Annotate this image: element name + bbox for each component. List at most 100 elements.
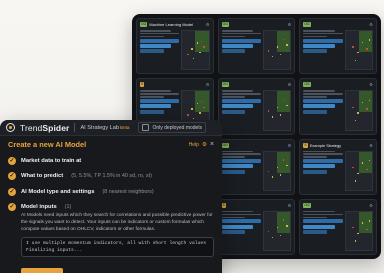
scatter-point xyxy=(191,108,193,110)
stat-bar xyxy=(303,109,327,114)
stat-line xyxy=(303,150,335,153)
brand-name: TrendSpider xyxy=(20,122,70,133)
scatter-point xyxy=(191,48,193,50)
model-steps: ✓ Market data to train at ✓ What to pred… xyxy=(8,153,214,258)
scatter-point xyxy=(203,106,205,108)
stat-bar xyxy=(303,104,335,109)
card-header: OG ⚙ xyxy=(300,79,376,88)
check-icon: ✓ xyxy=(8,187,16,196)
stat-bar xyxy=(221,164,254,169)
panel-header: TrendSpider AI Strategy LabBeta Only dep… xyxy=(0,120,222,136)
model-card[interactable]: OG ⚙ xyxy=(217,18,296,75)
model-card[interactable]: S Example Strategy ⚙ xyxy=(299,138,377,195)
check-icon: ✓ xyxy=(8,156,16,165)
card-stats xyxy=(221,90,261,130)
card-menu-icon[interactable]: ⚙ xyxy=(206,22,210,27)
stat-line xyxy=(303,210,335,213)
step-model-type[interactable]: ✓ AI Model type and settings (8 nearest … xyxy=(8,184,214,200)
stat-bar xyxy=(221,43,254,48)
step-market-data[interactable]: ✓ Market data to train at xyxy=(8,153,214,169)
stat-line xyxy=(140,93,180,95)
card-header: OG ⚙ xyxy=(300,200,376,209)
model-card[interactable]: OG Machine Learning Model ⚙ xyxy=(136,18,214,75)
card-menu-icon[interactable]: ⚙ xyxy=(369,203,373,208)
card-body xyxy=(303,150,373,191)
model-card[interactable]: OG ⚙ xyxy=(299,78,377,135)
submit-button[interactable] xyxy=(21,268,63,273)
input-status: Finalizing inputs... xyxy=(26,248,83,254)
stat-bar xyxy=(221,104,254,109)
card-menu-icon[interactable]: ⚙ xyxy=(288,143,292,148)
card-header: S Example Strategy ⚙ xyxy=(300,140,376,149)
scatter-point xyxy=(199,52,201,54)
scatter-point xyxy=(352,166,354,169)
card-body xyxy=(303,90,373,131)
card-header: OG ⚙ xyxy=(219,19,295,28)
model-card[interactable]: OG ⚙ xyxy=(217,78,296,135)
scatter-point xyxy=(352,46,354,48)
create-title: Create a new AI Model xyxy=(8,140,87,149)
stat-bar xyxy=(140,98,180,103)
step-label: What to predict xyxy=(21,173,64,180)
card-header: OG ⚙ xyxy=(219,79,295,88)
stat-line xyxy=(221,156,246,158)
model-card[interactable]: OG ⚙ xyxy=(299,198,377,255)
close-icon[interactable]: × xyxy=(210,141,214,148)
stat-bar xyxy=(221,219,261,224)
stat-bar xyxy=(140,43,172,48)
stat-line xyxy=(303,213,343,216)
help-icon[interactable]: ⚙ xyxy=(202,142,207,148)
card-tag: S xyxy=(303,142,308,148)
card-header: S ⚙ xyxy=(137,79,213,88)
stat-line xyxy=(140,35,164,38)
stat-bar xyxy=(303,38,343,43)
model-card[interactable]: S ⚙ xyxy=(217,198,296,255)
scatter-point xyxy=(357,232,359,235)
scatter-point xyxy=(368,220,371,222)
scatter-quadrant xyxy=(277,151,291,173)
card-title: Example Strategy xyxy=(309,142,342,148)
scatter-thumbnail xyxy=(262,150,292,191)
card-menu-icon[interactable]: ⚙ xyxy=(369,82,373,87)
card-menu-icon[interactable]: ⚙ xyxy=(206,82,210,87)
step-label: Market data to train at xyxy=(21,157,82,164)
step-hint: (1) xyxy=(64,204,72,211)
deployed-checkbox[interactable] xyxy=(142,124,150,131)
card-menu-icon[interactable]: ⚙ xyxy=(369,22,373,27)
card-stats xyxy=(303,210,343,251)
model-card[interactable]: OG ⚙ xyxy=(299,18,377,75)
stat-bar xyxy=(303,230,327,235)
model-card[interactable]: OG ⚙ xyxy=(217,138,296,195)
stat-bar xyxy=(140,104,172,109)
stat-bar xyxy=(140,109,164,114)
card-menu-icon[interactable]: ⚙ xyxy=(288,82,292,87)
scatter-point xyxy=(187,53,189,56)
scatter-point xyxy=(203,46,205,48)
model-inputs-description: AI Models need inputs which they search … xyxy=(21,213,213,232)
help-link[interactable]: Help xyxy=(189,142,199,148)
card-body xyxy=(303,30,373,71)
scatter-point xyxy=(354,180,357,182)
card-tag: OG xyxy=(303,22,311,27)
card-tag: S xyxy=(221,202,226,208)
scatter-point xyxy=(267,50,270,52)
model-inputs-field[interactable]: I use multiple momentum indicators, all … xyxy=(21,237,214,258)
stat-line xyxy=(303,216,327,219)
card-menu-icon[interactable]: ⚙ xyxy=(288,22,292,27)
scatter-point xyxy=(354,240,357,242)
scatter-point xyxy=(354,119,357,122)
card-menu-icon[interactable]: ⚙ xyxy=(369,143,373,148)
card-header: OG ⚙ xyxy=(219,140,295,149)
only-deployed-filter[interactable]: Only deployed models xyxy=(138,122,206,133)
card-menu-icon[interactable]: ⚙ xyxy=(288,203,292,208)
stat-bar xyxy=(221,159,261,164)
step-hint: (8 nearest neighbors) xyxy=(102,188,154,195)
scatter-point xyxy=(192,57,195,60)
scatter-point xyxy=(271,55,274,58)
scatter-quadrant xyxy=(277,91,291,113)
stat-line xyxy=(303,30,335,32)
card-tag: OG xyxy=(303,202,311,208)
step-what-to-predict[interactable]: ✓ What to predict (5, 5.5%, TP 1.5% in 4… xyxy=(8,169,214,185)
scatter-point xyxy=(279,114,282,116)
stat-bar xyxy=(303,169,327,174)
